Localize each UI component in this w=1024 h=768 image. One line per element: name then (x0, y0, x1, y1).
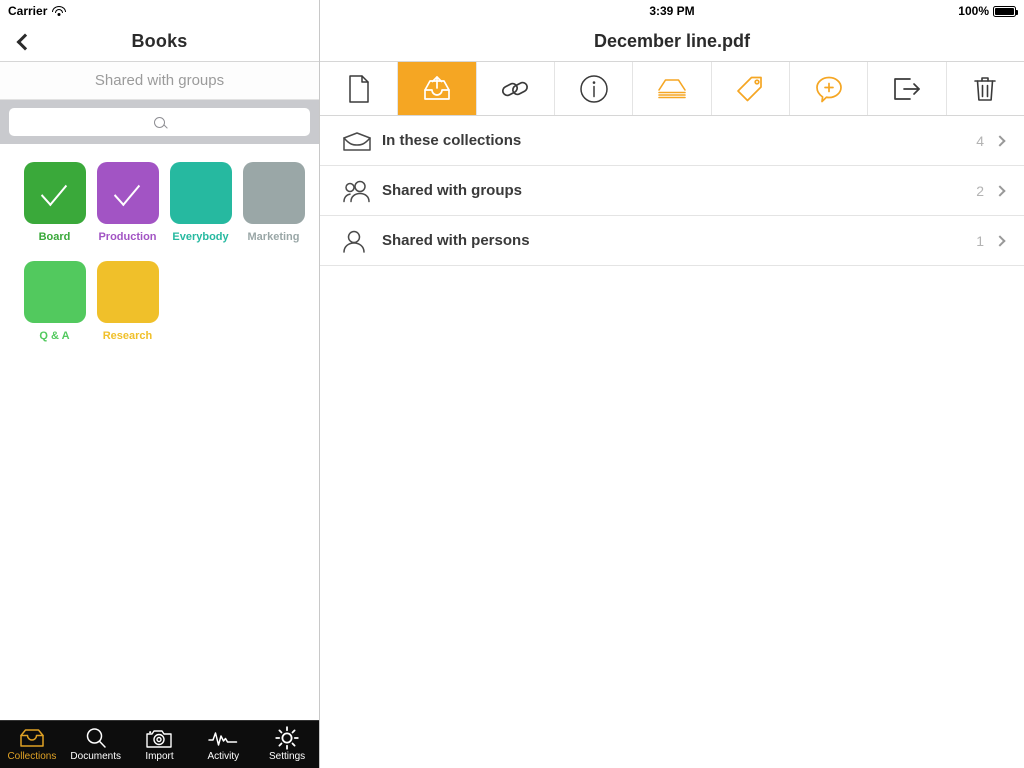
chevron-right-icon (994, 184, 1006, 197)
collection-tile-swatch (96, 162, 159, 224)
document-header: December line.pdf (320, 22, 1024, 62)
info-circle-icon (579, 74, 609, 104)
content-empty-area (320, 266, 1024, 768)
tab-label: Import (145, 751, 174, 762)
envelope-open-icon (342, 130, 382, 152)
chevron-left-icon (16, 33, 34, 51)
collection-tile-label: Research (102, 330, 153, 342)
activity-waveform-icon (208, 727, 238, 749)
collection-stack-icon (656, 77, 688, 101)
document-page-icon (346, 74, 372, 104)
checkmark-icon (40, 175, 67, 206)
collection-tile-swatch (96, 261, 159, 323)
list-row-count: 2 (976, 182, 984, 199)
tab-import[interactable]: Import (128, 721, 192, 768)
toolbar-button-share[interactable] (398, 62, 477, 115)
chevron-right-icon (994, 234, 1006, 247)
right-panel: 3:39 PM 100% December line.pdf In these … (320, 0, 1024, 768)
toolbar-button-info[interactable] (554, 62, 634, 115)
battery-full-icon (993, 5, 1018, 17)
gear-icon (275, 726, 299, 750)
app-root: Carrier Books Shared with groups Board Pr… (0, 0, 1024, 768)
collection-tile-label: Board (38, 231, 71, 243)
collection-tiles-grid: Board Production Everybody Marketing Q & A Re… (0, 144, 319, 720)
tag-icon (736, 75, 764, 103)
collection-tile[interactable]: Board (18, 162, 91, 243)
collection-tile-swatch (242, 162, 305, 224)
person-icon (342, 229, 382, 253)
status-time: 3:39 PM (649, 4, 695, 18)
collection-tile-label: Everybody (172, 231, 229, 243)
carrier-label: Carrier (8, 4, 48, 18)
search-bar-container (0, 100, 319, 144)
tab-label: Settings (269, 751, 306, 762)
search-field[interactable] (9, 108, 310, 136)
tab-documents[interactable]: Documents (64, 721, 128, 768)
page-title: Books (131, 31, 188, 51)
search-icon (85, 727, 107, 749)
toolbar-button-annotate[interactable] (789, 62, 869, 115)
collection-tile-swatch (169, 162, 232, 224)
tab-label: Activity (207, 751, 240, 762)
collection-tile[interactable]: Everybody (164, 162, 237, 243)
toolbar-button-document[interactable] (320, 62, 399, 115)
collection-tile-swatch (23, 162, 86, 224)
scope-label: Shared with groups (94, 72, 225, 89)
list-row-label: Shared with persons (382, 232, 530, 249)
toolbar-button-collection[interactable] (633, 62, 712, 115)
tab-label: Documents (70, 751, 121, 762)
two-persons-icon (342, 179, 382, 203)
tab-collections[interactable]: Collections (0, 721, 64, 768)
link-chain-icon (500, 76, 530, 102)
detail-list: In these collections 4 Shared with groups 2… (320, 116, 1024, 266)
tab-activity[interactable]: Activity (191, 721, 255, 768)
search-input[interactable] (9, 108, 310, 136)
back-button[interactable] (8, 22, 42, 62)
status-bar-left: Carrier (0, 0, 319, 22)
collection-tile-swatch (23, 261, 86, 323)
document-toolbar (320, 62, 1024, 116)
list-row-count: 1 (976, 232, 984, 249)
scope-bar: Shared with groups (0, 62, 319, 100)
chevron-right-icon (994, 134, 1006, 147)
status-bar-right: 3:39 PM 100% (320, 0, 1024, 22)
bottom-tab-bar: Collections Documents Import Activity Settin… (0, 720, 319, 768)
list-row-label: Shared with groups (382, 182, 523, 199)
outbox-upload-icon (421, 75, 453, 103)
collection-tile[interactable]: Marketing (237, 162, 310, 243)
tab-settings[interactable]: Settings (255, 721, 319, 768)
toolbar-button-tag[interactable] (711, 62, 790, 115)
battery-percent-label: 100% (958, 4, 989, 18)
list-row[interactable]: Shared with persons 1 (320, 216, 1024, 266)
list-row[interactable]: In these collections 4 (320, 116, 1024, 166)
battery-indicator: 100% (958, 0, 1018, 22)
left-panel: Carrier Books Shared with groups Board Pr… (0, 0, 320, 768)
list-row-label: In these collections (382, 132, 522, 149)
collection-tile-label: Production (98, 231, 157, 243)
wifi-icon (52, 5, 67, 17)
export-arrow-icon (892, 77, 922, 101)
list-row[interactable]: Shared with groups 2 (320, 166, 1024, 216)
document-title: December line.pdf (593, 31, 751, 51)
add-comment-icon (815, 75, 843, 103)
list-row-count: 4 (976, 132, 984, 149)
toolbar-button-export[interactable] (868, 62, 947, 115)
trash-icon (972, 75, 998, 103)
collection-tile-label: Q & A (39, 330, 70, 342)
tab-label: Collections (7, 751, 57, 762)
collection-tile[interactable]: Q & A (18, 261, 91, 342)
collection-tile[interactable]: Research (91, 261, 164, 342)
checkmark-icon (113, 175, 140, 206)
collections-tray-icon (19, 727, 45, 749)
left-nav-header: Books (0, 22, 319, 62)
toolbar-button-delete[interactable] (946, 62, 1024, 115)
toolbar-button-link[interactable] (476, 62, 555, 115)
collection-tile-label: Marketing (247, 231, 300, 243)
camera-icon (145, 727, 173, 749)
collection-tile[interactable]: Production (91, 162, 164, 243)
